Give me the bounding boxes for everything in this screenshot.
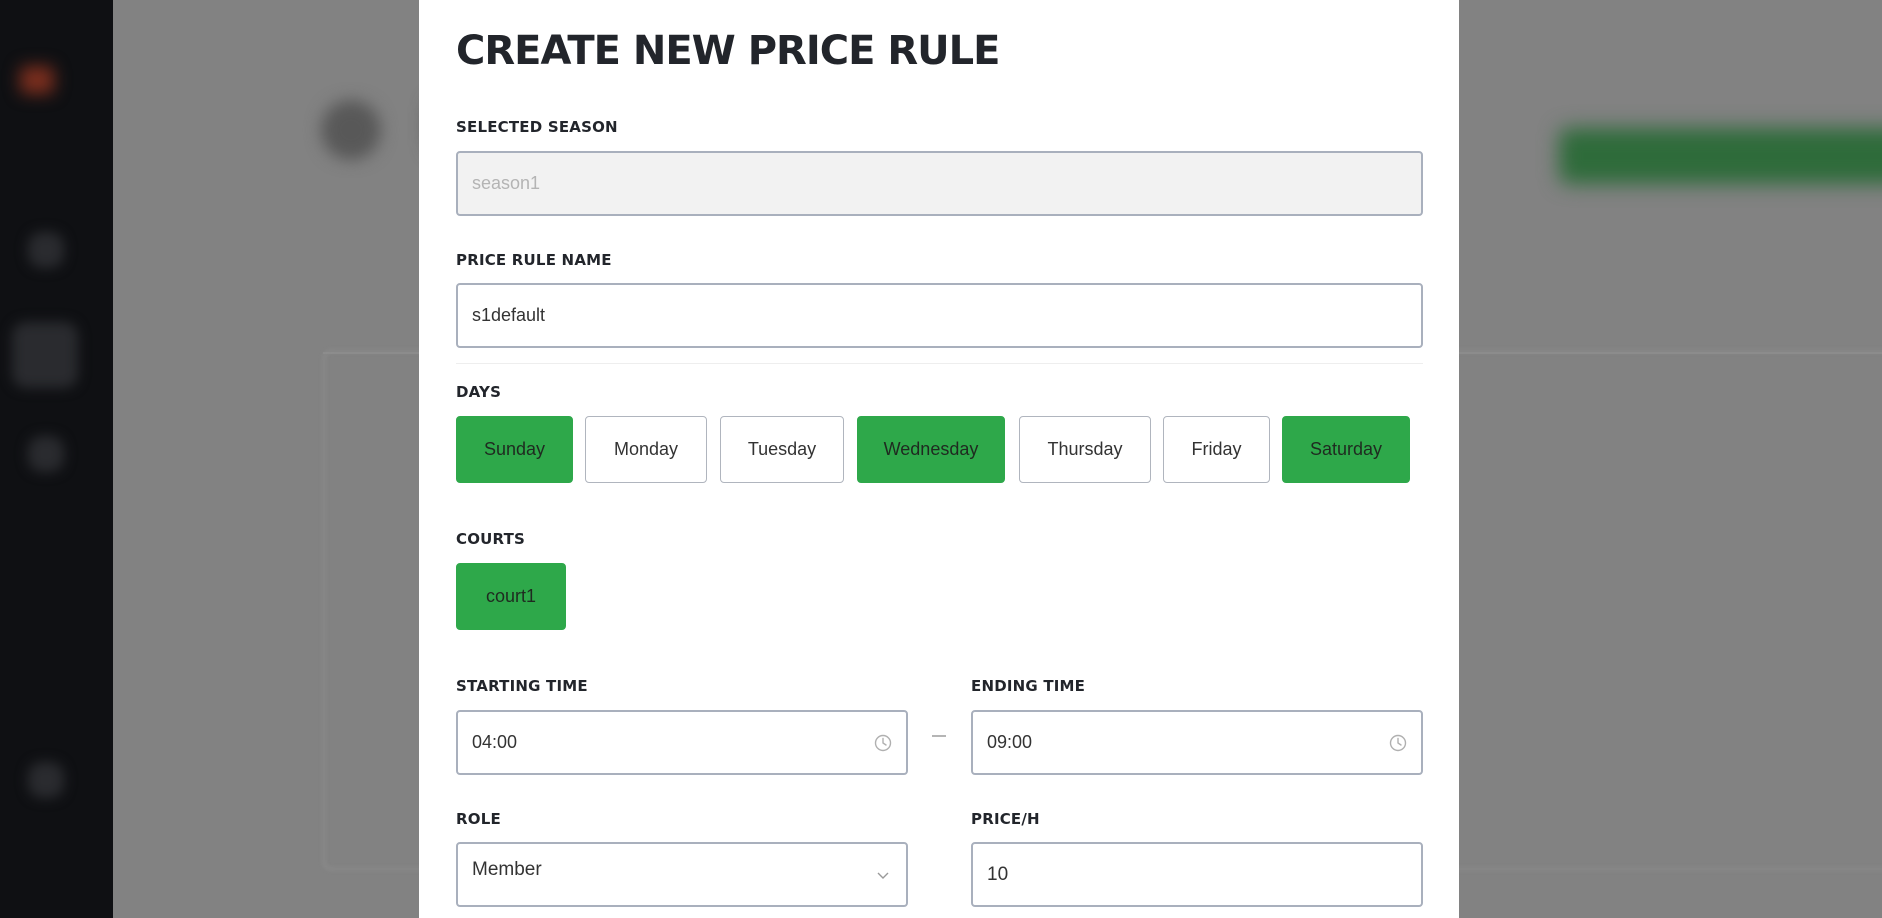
- selected-season-value: season1: [472, 173, 541, 193]
- nav-icon: [28, 436, 64, 472]
- day-chip-tuesday[interactable]: Tuesday: [720, 416, 844, 483]
- day-chip-friday[interactable]: Friday: [1163, 416, 1270, 483]
- clock-icon: [874, 734, 892, 752]
- create-price-rule-modal: CREATE NEW PRICE RULE SELECTED SEASON se…: [419, 0, 1459, 918]
- price-rule-name-input[interactable]: s1default: [456, 283, 1423, 348]
- chevron-down-icon: [874, 866, 892, 884]
- day-chip-wednesday[interactable]: Wednesday: [857, 416, 1005, 483]
- role-select[interactable]: Member: [456, 842, 908, 907]
- price-per-hour-value: 10: [987, 863, 1009, 885]
- time-range-separator: [932, 735, 946, 737]
- divider: [456, 363, 1423, 364]
- starting-time-label: STARTING TIME: [456, 677, 588, 695]
- starting-time-value: 04:00: [472, 732, 518, 752]
- clock-icon: [1389, 734, 1407, 752]
- selected-season-field: season1: [456, 151, 1423, 216]
- ending-time-input[interactable]: 09:00: [971, 710, 1423, 775]
- ending-time-value: 09:00: [987, 732, 1033, 752]
- price-rule-name-label: PRICE RULE NAME: [456, 251, 612, 269]
- courts-label: COURTS: [456, 530, 526, 548]
- price-per-hour-input[interactable]: 10: [971, 842, 1423, 907]
- role-label: ROLE: [456, 810, 501, 828]
- selected-season-label: SELECTED SEASON: [456, 118, 618, 136]
- background-sidebar: [0, 0, 113, 918]
- day-chip-monday[interactable]: Monday: [585, 416, 707, 483]
- days-label: DAYS: [456, 383, 502, 401]
- background-add-button: [1559, 128, 1882, 184]
- day-chip-thursday[interactable]: Thursday: [1019, 416, 1151, 483]
- role-value: Member: [472, 858, 542, 880]
- avatar: [321, 100, 381, 160]
- modal-title: CREATE NEW PRICE RULE: [456, 28, 1000, 74]
- nav-icon-active: [12, 322, 78, 388]
- nav-icon: [28, 232, 64, 268]
- day-chip-sunday[interactable]: Sunday: [456, 416, 573, 483]
- price-per-hour-label: PRICE/H: [971, 810, 1040, 828]
- court-chip-court1[interactable]: court1: [456, 563, 566, 630]
- day-chip-saturday[interactable]: Saturday: [1282, 416, 1410, 483]
- app-logo: [20, 66, 54, 94]
- nav-icon: [28, 762, 64, 798]
- price-rule-name-value: s1default: [472, 305, 546, 325]
- ending-time-label: ENDING TIME: [971, 677, 1086, 695]
- starting-time-input[interactable]: 04:00: [456, 710, 908, 775]
